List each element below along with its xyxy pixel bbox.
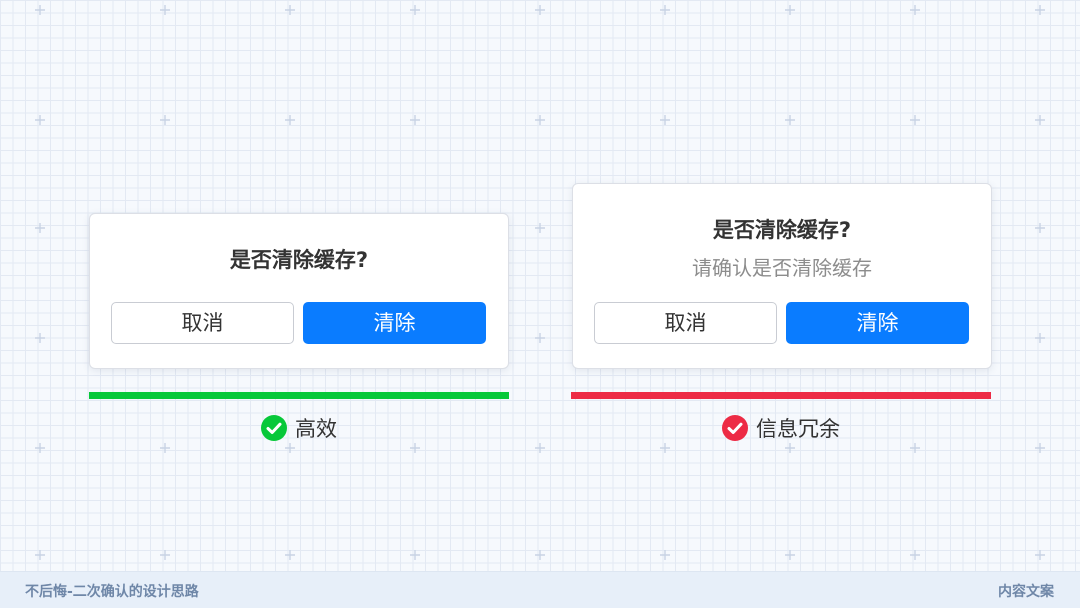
dialog-efficient: 是否清除缓存? 取消 清除: [89, 213, 509, 369]
grid-cross-marker: [910, 115, 920, 125]
grid-cross-marker: [35, 5, 45, 15]
grid-cross-marker: [160, 115, 170, 125]
grid-cross-marker: [910, 5, 920, 15]
grid-cross-marker: [660, 550, 670, 560]
grid-cross-marker: [1035, 333, 1045, 343]
grid-cross-marker: [35, 223, 45, 233]
grid-cross-marker: [285, 550, 295, 560]
verdict-label: 高效: [295, 417, 337, 441]
grid-cross-marker: [410, 115, 420, 125]
grid-cross-marker: [1035, 550, 1045, 560]
grid-cross-marker: [35, 443, 45, 453]
grid-cross-marker: [535, 5, 545, 15]
clear-button[interactable]: 清除: [786, 302, 969, 344]
grid-cross-marker: [660, 5, 670, 15]
grid-cross-marker: [785, 5, 795, 15]
grid-cross-marker: [910, 443, 920, 453]
grid-cross-marker: [410, 550, 420, 560]
grid-cross-marker: [535, 115, 545, 125]
grid-cross-marker: [535, 550, 545, 560]
footer-category: 内容文案: [998, 584, 1054, 600]
grid-cross-marker: [285, 443, 295, 453]
dialog-redundant: 是否清除缓存? 请确认是否清除缓存 取消 清除: [572, 183, 992, 369]
dialog-subtitle: 请确认是否清除缓存: [692, 256, 872, 280]
grid-cross-marker: [785, 550, 795, 560]
grid-cross-marker: [285, 5, 295, 15]
grid-cross-marker: [1035, 223, 1045, 233]
cancel-button[interactable]: 取消: [111, 302, 294, 344]
grid-cross-marker: [535, 223, 545, 233]
grid-cross-marker: [410, 5, 420, 15]
grid-cross-marker: [160, 443, 170, 453]
verdict-efficient: 高效: [89, 413, 509, 443]
grid-cross-marker: [1035, 115, 1045, 125]
grid-cross-marker: [910, 550, 920, 560]
grid-cross-marker: [660, 115, 670, 125]
grid-cross-marker: [410, 443, 420, 453]
footer-title: 不后悔-二次确认的设计思路: [25, 584, 199, 600]
grid-cross-marker: [535, 443, 545, 453]
grid-cross-marker: [535, 333, 545, 343]
verdict-bar-efficient: [89, 392, 509, 399]
verdict-redundant: 信息冗余: [571, 413, 991, 443]
grid-cross-marker: [160, 5, 170, 15]
check-icon: [722, 415, 748, 441]
grid-cross-marker: [1035, 443, 1045, 453]
cancel-button[interactable]: 取消: [594, 302, 777, 344]
dialog-title: 是否清除缓存?: [229, 248, 369, 272]
verdict-label: 信息冗余: [756, 417, 840, 441]
grid-cross-marker: [35, 550, 45, 560]
footer: 不后悔-二次确认的设计思路 内容文案: [0, 571, 1080, 608]
clear-button[interactable]: 清除: [303, 302, 486, 344]
grid-cross-marker: [785, 115, 795, 125]
grid-cross-marker: [35, 333, 45, 343]
grid-cross-marker: [660, 443, 670, 453]
grid-cross-marker: [160, 550, 170, 560]
grid-cross-marker: [35, 115, 45, 125]
grid-cross-marker: [285, 115, 295, 125]
dialog-title: 是否清除缓存?: [712, 218, 852, 242]
check-icon: [261, 415, 287, 441]
verdict-bar-redundant: [571, 392, 991, 399]
grid-cross-marker: [785, 443, 795, 453]
grid-cross-marker: [1035, 5, 1045, 15]
